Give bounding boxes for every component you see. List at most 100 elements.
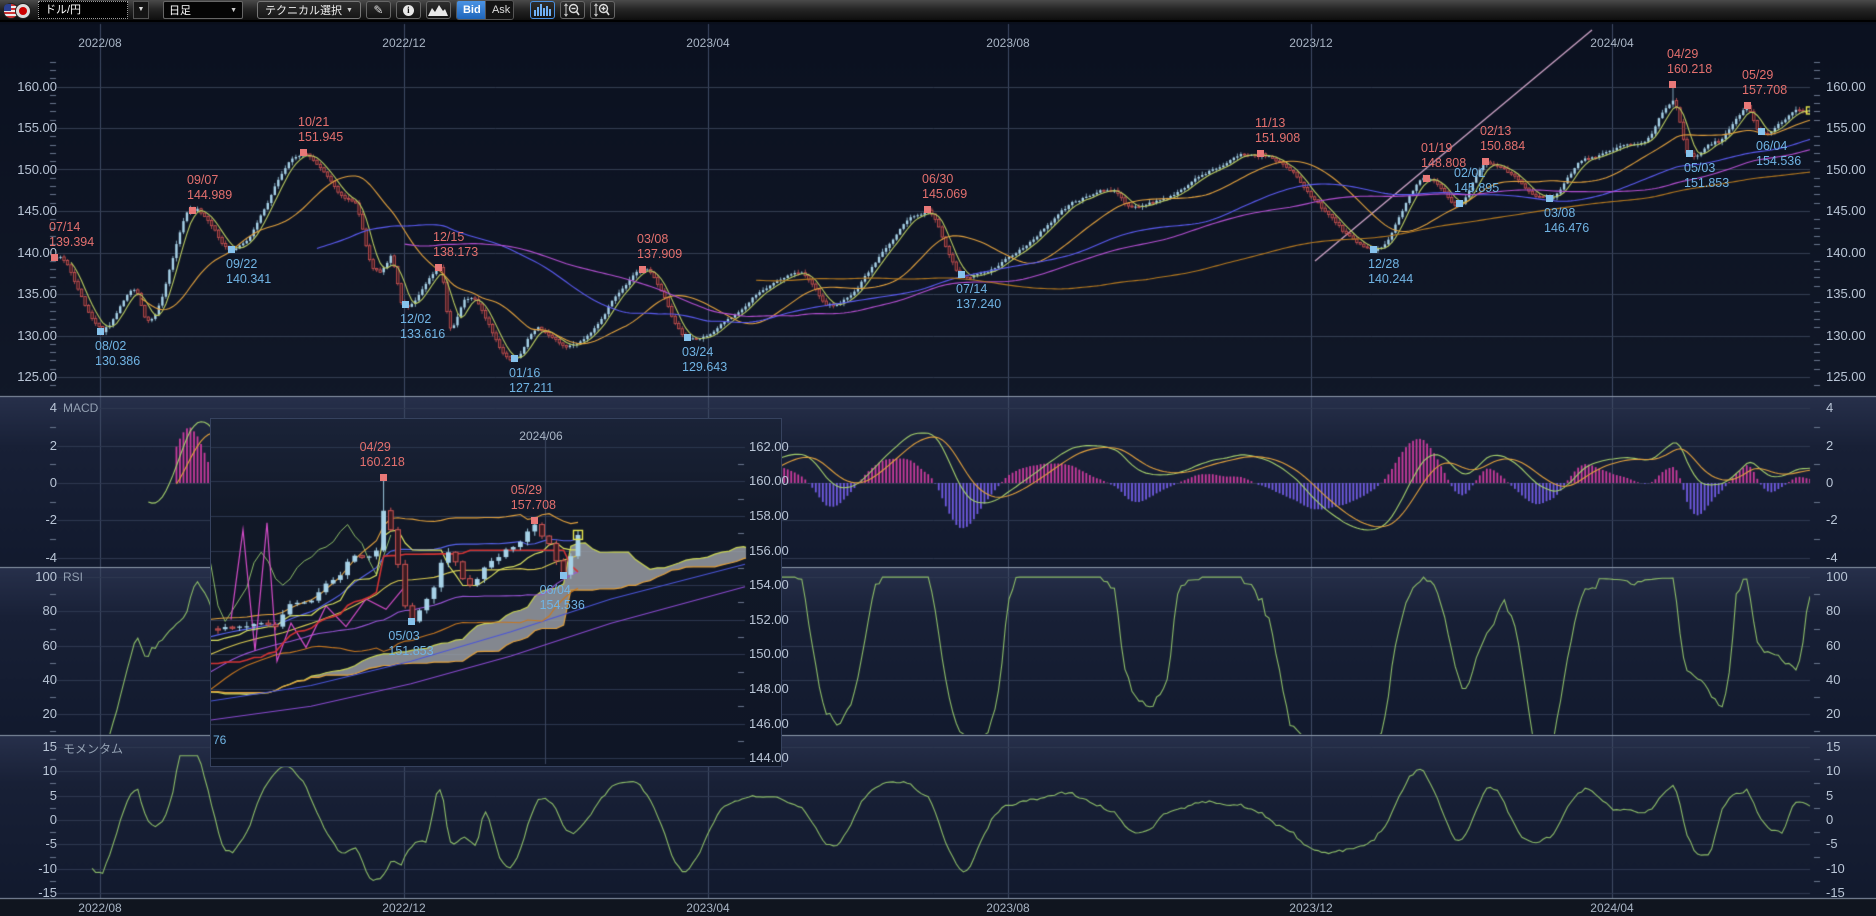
inset-date-label: 2024/06	[503, 429, 579, 443]
price-axis-label: 145.00	[11, 203, 57, 218]
info-button[interactable]: i	[396, 1, 421, 19]
annotation-price: 137.909	[637, 247, 682, 262]
annotation-low: 05/03151.853	[1684, 161, 1729, 191]
price-axis-label: 155.00	[11, 120, 57, 135]
macd-axis-label: 0	[11, 475, 57, 490]
rsi-axis-label: 80	[11, 603, 57, 618]
inset-chart-canvas[interactable]	[211, 419, 781, 766]
bid-ask-toggle: Bid Ask	[456, 0, 514, 20]
price-axis-label: 145.00	[1826, 203, 1866, 218]
annotation-low: 06/04154.536	[1756, 139, 1801, 169]
zoom-out-icon	[563, 2, 581, 18]
ask-button[interactable]: Ask	[485, 1, 513, 19]
annotation-high: 11/13151.908	[1255, 116, 1300, 146]
annotation-date: 12/15	[433, 230, 478, 245]
rsi-axis-label: 20	[11, 706, 57, 721]
annotation-date: 05/29	[511, 483, 556, 498]
momentum-panel-title: モメンタム	[63, 740, 123, 757]
annotation-low: 02/01145.895	[1454, 166, 1499, 196]
annotation-price: 137.240	[956, 297, 1001, 312]
swing-low-marker	[684, 334, 691, 341]
annotation-low: 12/28140.244	[1368, 257, 1413, 287]
momentum-axis-label: -5	[1826, 836, 1838, 851]
chart-application: ドル/円 ▼ 日足 ▼ テクニカル選択 ▼ ✎ i Bid Ask	[0, 0, 1876, 916]
annotation-low: 03/08146.476	[1544, 206, 1589, 236]
rsi-axis-label: 40	[1826, 672, 1840, 687]
annotation-low: 05/03151.853	[388, 629, 433, 659]
inset-price-axis-label: 144.00	[749, 750, 789, 765]
date-axis-label-bottom: 2023/12	[1273, 901, 1349, 915]
zoom-in-icon	[593, 2, 611, 18]
momentum-axis-label: -10	[11, 861, 57, 876]
date-axis-label-bottom: 2023/04	[670, 901, 746, 915]
price-axis-label: 160.00	[1826, 79, 1866, 94]
draw-tool-button[interactable]: ✎	[366, 1, 391, 19]
inset-price-axis-label: 146.00	[749, 716, 789, 731]
swing-low-marker	[1456, 200, 1463, 207]
macd-axis-label: 0	[1826, 475, 1833, 490]
date-axis-label-top: 2023/04	[670, 36, 746, 50]
annotation-price: 154.536	[540, 598, 585, 613]
swing-high-marker	[531, 517, 538, 524]
price-axis-label: 135.00	[1826, 286, 1866, 301]
annotation-price: 157.708	[511, 498, 556, 513]
date-axis-label-top: 2022/08	[62, 36, 138, 50]
annotation-date: 06/04	[540, 583, 585, 598]
annotation-date: 12/02	[400, 312, 445, 327]
annotation-price: 146.476	[1544, 221, 1589, 236]
price-axis-label: 150.00	[11, 162, 57, 177]
annotation-high: 12/15138.173	[433, 230, 478, 260]
technical-select-button[interactable]: テクニカル選択 ▼	[257, 1, 361, 19]
inset-price-axis-label: 152.00	[749, 612, 789, 627]
price-axis-label: 130.00	[11, 328, 57, 343]
annotation-low: 08/02130.386	[95, 339, 140, 369]
annotation-date: 07/14	[956, 282, 1001, 297]
swing-low-marker	[1758, 128, 1765, 135]
price-axis-label: 155.00	[1826, 120, 1866, 135]
macd-axis-label: -4	[1826, 550, 1838, 565]
annotation-price: 138.173	[433, 245, 478, 260]
annotation-date: 10/21	[298, 115, 343, 130]
swing-low-marker	[511, 355, 518, 362]
inset-price-axis-label: 158.00	[749, 508, 789, 523]
annotation-high: 06/30145.069	[922, 172, 967, 202]
annotation-low: 01/16127.211	[509, 366, 553, 396]
zoom-out-button[interactable]	[560, 1, 585, 19]
inset-price-axis-label: 160.00	[749, 473, 789, 488]
annotation-date: 07/14	[49, 220, 94, 235]
currency-pair-dropdown-arrow[interactable]: ▼	[133, 1, 149, 19]
momentum-axis-label: 10	[11, 763, 57, 778]
price-axis-label: 125.00	[1826, 369, 1866, 384]
rsi-axis-label: 100	[1826, 569, 1848, 584]
swing-low-marker	[1686, 150, 1693, 157]
date-axis-label-top: 2022/12	[366, 36, 442, 50]
date-axis-label-top: 2023/12	[1273, 36, 1349, 50]
tick-chart-button[interactable]	[530, 1, 555, 19]
annotation-high: 07/14139.394	[49, 220, 94, 250]
bid-button[interactable]: Bid	[457, 1, 485, 19]
annotation-price: 145.895	[1454, 181, 1499, 196]
swing-high-marker	[1669, 81, 1676, 88]
rsi-axis-label: 20	[1826, 706, 1840, 721]
zoom-in-button[interactable]	[590, 1, 615, 19]
annotation-price: 151.945	[298, 130, 343, 145]
annotation-price: 151.853	[1684, 176, 1729, 191]
swing-high-marker	[1257, 150, 1264, 157]
inset-chart-window[interactable]: 76 2024/06162.00160.00158.00156.00154.00…	[210, 418, 782, 767]
annotation-high: 04/29160.218	[1667, 47, 1712, 77]
annotation-date: 04/29	[360, 440, 405, 455]
momentum-axis-label: 10	[1826, 763, 1840, 778]
date-axis-label-bottom: 2022/08	[62, 901, 138, 915]
swing-high-marker	[51, 254, 58, 261]
momentum-axis-label: -5	[11, 836, 57, 851]
annotation-date: 09/22	[226, 257, 271, 272]
chart-style-button[interactable]	[426, 1, 451, 19]
swing-high-marker	[189, 207, 196, 214]
swing-high-marker	[300, 149, 307, 156]
annotation-price: 151.853	[388, 644, 433, 659]
annotation-low: 09/22140.341	[226, 257, 271, 287]
currency-pair-select[interactable]: ドル/円	[38, 1, 128, 19]
inset-price-axis-label: 148.00	[749, 681, 789, 696]
timeframe-select[interactable]: 日足 ▼	[163, 1, 243, 19]
annotation-price: 140.244	[1368, 272, 1413, 287]
